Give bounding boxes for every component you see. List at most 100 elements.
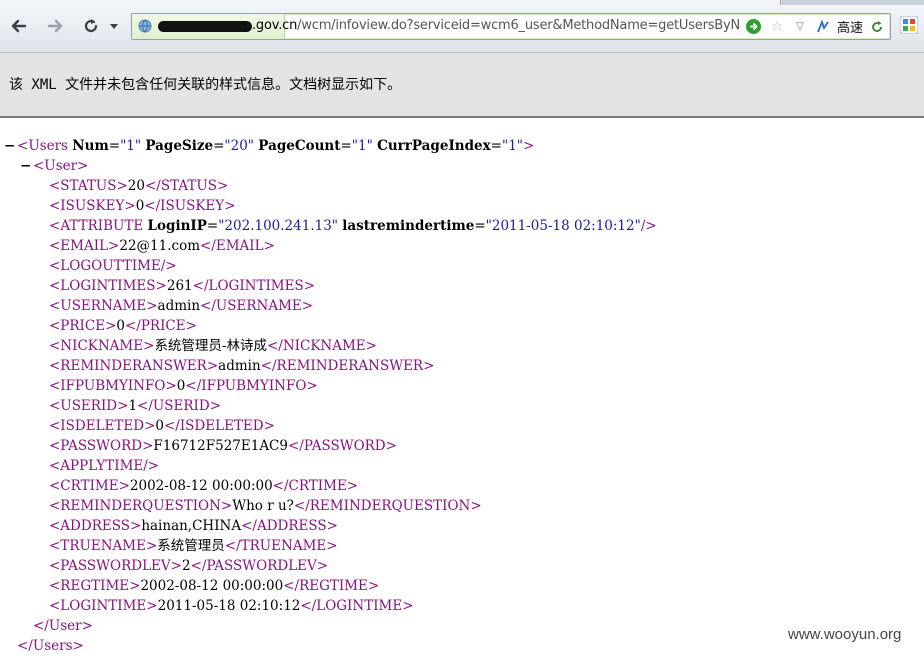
- tag-name: </ADDRESS>: [241, 518, 338, 534]
- search-engine-button[interactable]: [899, 15, 919, 35]
- tag-name: <ISUSKEY>: [49, 198, 136, 214]
- users-attr-value: "20": [224, 138, 254, 154]
- forward-arrow-icon: [47, 19, 63, 33]
- xml-document-tree: − <Users Num="1" PageSize="20" PageCount=…: [0, 136, 924, 656]
- tab-strip-fragment[interactable]: [780, 0, 924, 5]
- field-value: 0: [135, 198, 145, 214]
- equals: =: [340, 138, 352, 154]
- field-value: 261: [166, 278, 193, 294]
- tag-name: <IFPUBMYINFO>: [49, 378, 177, 394]
- xml-line-field: <TRUENAME>系统管理员</TRUENAME>: [0, 536, 924, 556]
- equals: =: [213, 138, 225, 154]
- xml-line-field: <REGTIME>2002-08-12 00:00:00</REGTIME>: [0, 576, 924, 596]
- tag-name: </LOGINTIME>: [300, 598, 414, 614]
- xml-line-field: <NICKNAME>系统管理员-林诗成</NICKNAME>: [0, 336, 924, 356]
- tag-name: </REGTIME>: [283, 578, 380, 594]
- xml-line-field: <LOGOUTTIME/>: [0, 256, 924, 276]
- xml-line-field: <ATTRIBUTE LoginIP="202.100.241.13" last…: [0, 216, 924, 236]
- field-value: 系统管理员: [157, 538, 225, 554]
- tag-name: <USERID>: [49, 398, 129, 414]
- field-value: 20: [127, 178, 145, 194]
- tag-name: </EMAIL>: [200, 238, 275, 254]
- field-value: admin: [157, 298, 201, 314]
- xml-line-field: <LOGINTIME>2011-05-18 02:10:12</LOGINTIM…: [0, 596, 924, 616]
- browser-toolbar: .gov.cn/wcm/infoview.do?serviceid=wcm6_u…: [0, 0, 924, 53]
- attribute-attr-name: lastremindertime: [342, 218, 475, 234]
- tag-name: <User>: [33, 158, 89, 174]
- url-domain: .gov.cn: [252, 18, 298, 33]
- tag-name: </PASSWORD>: [287, 438, 397, 454]
- tag-name: </IFPUBMYINFO>: [185, 378, 318, 394]
- tag-bracket: <: [49, 218, 61, 234]
- xml-line-field: <CRTIME>2002-08-12 00:00:00</CRTIME>: [0, 476, 924, 496]
- collapse-toggle[interactable]: −: [20, 156, 31, 176]
- xml-line-field: <STATUS>20</STATUS>: [0, 176, 924, 196]
- field-value: F16712F527E1AC9: [153, 438, 288, 454]
- tag-name: <PRICE>: [49, 318, 117, 334]
- history-dropdown-button[interactable]: [106, 15, 122, 37]
- xml-line-field: <ISDELETED>0</ISDELETED>: [0, 416, 924, 436]
- xml-line-field: <REMINDERANSWER>admin</REMINDERANSWER>: [0, 356, 924, 376]
- equals: =: [206, 218, 219, 234]
- address-bar[interactable]: .gov.cn/wcm/infoview.do?serviceid=wcm6_u…: [131, 13, 891, 40]
- tag-name: <LOGINTIME>: [49, 598, 158, 614]
- field-value: 2002-08-12 00:00:00: [129, 478, 273, 494]
- speed-icon: [817, 19, 829, 32]
- address-bar-actions: ☆ ▽ 高速: [740, 16, 886, 37]
- tag-name: <USERNAME>: [49, 298, 158, 314]
- xml-line-user-open: − <User>: [0, 156, 924, 176]
- forward-button[interactable]: [44, 15, 66, 37]
- tag-name: </REMINDERANSWER>: [260, 358, 435, 374]
- chevron-down-icon: [110, 24, 118, 29]
- tag-name: </PASSWORDLEV>: [190, 558, 329, 574]
- field-value: 0: [116, 318, 125, 334]
- speed-mode-icon[interactable]: [814, 18, 832, 36]
- xml-line-field: <USERNAME>admin</USERNAME>: [0, 296, 924, 316]
- equals: =: [108, 138, 121, 154]
- tag-name: </LOGINTIMES>: [192, 278, 316, 294]
- xml-line-field: <ADDRESS>hainan,CHINA</ADDRESS>: [0, 516, 924, 536]
- tag-name: </STATUS>: [144, 178, 229, 194]
- field-value: 2011-05-18 02:10:12: [157, 598, 301, 614]
- xml-info-message: 该 XML 文件并未包含任何关联的样式信息。文档树显示如下。: [9, 77, 402, 93]
- xml-line-field: <LOGINTIMES>261</LOGINTIMES>: [0, 276, 924, 296]
- xml-line-user-close: </User>: [0, 616, 924, 636]
- field-value: 1: [128, 398, 138, 414]
- tag-name: <TRUENAME>: [49, 538, 158, 554]
- equals: =: [490, 138, 502, 154]
- collapse-toggle[interactable]: −: [4, 136, 15, 156]
- tag-name: </TRUENAME>: [224, 538, 338, 554]
- reload-button[interactable]: [80, 15, 102, 37]
- xml-line-field: <PRICE>0</PRICE>: [0, 316, 924, 336]
- xml-line-field: <PASSWORDLEV>2</PASSWORDLEV>: [0, 556, 924, 576]
- xml-line-field: <APPLYTIME/>: [0, 456, 924, 476]
- field-value: Who r u?: [232, 498, 294, 514]
- refresh-small-button[interactable]: [868, 18, 886, 36]
- bookmark-star-icon[interactable]: ☆: [768, 18, 786, 36]
- refresh-icon: [872, 20, 882, 32]
- reload-icon: [84, 19, 98, 33]
- tag-name: Users: [28, 138, 68, 154]
- tag-name: </Users>: [17, 638, 84, 654]
- tag-name: <LOGINTIMES>: [49, 278, 167, 294]
- tag-name: <APPLYTIME/>: [49, 458, 160, 474]
- go-button[interactable]: [745, 18, 763, 36]
- users-attr-value: "1": [501, 138, 523, 154]
- xml-line-field: <IFPUBMYINFO>0</IFPUBMYINFO>: [0, 376, 924, 396]
- back-button[interactable]: [8, 15, 30, 37]
- tag-bracket: />: [640, 218, 657, 234]
- attribute-attr-name: LoginIP: [147, 218, 207, 234]
- tag-name: <STATUS>: [49, 178, 128, 194]
- tag-name: </User>: [33, 618, 93, 634]
- speed-mode-label[interactable]: 高速: [837, 17, 863, 36]
- tag-name: <LOGOUTTIME/>: [49, 258, 177, 274]
- field-value: admin: [218, 358, 261, 374]
- tag-name: <CRTIME>: [49, 478, 130, 494]
- redacted-host: [158, 21, 252, 32]
- equals: =: [474, 218, 486, 234]
- tag-bracket: >: [523, 138, 535, 154]
- tag-name: </CRTIME>: [272, 478, 359, 494]
- tag-name: ATTRIBUTE: [60, 218, 144, 234]
- tag-name: <REGTIME>: [49, 578, 141, 594]
- dropdown-arrow-icon[interactable]: ▽: [791, 18, 809, 36]
